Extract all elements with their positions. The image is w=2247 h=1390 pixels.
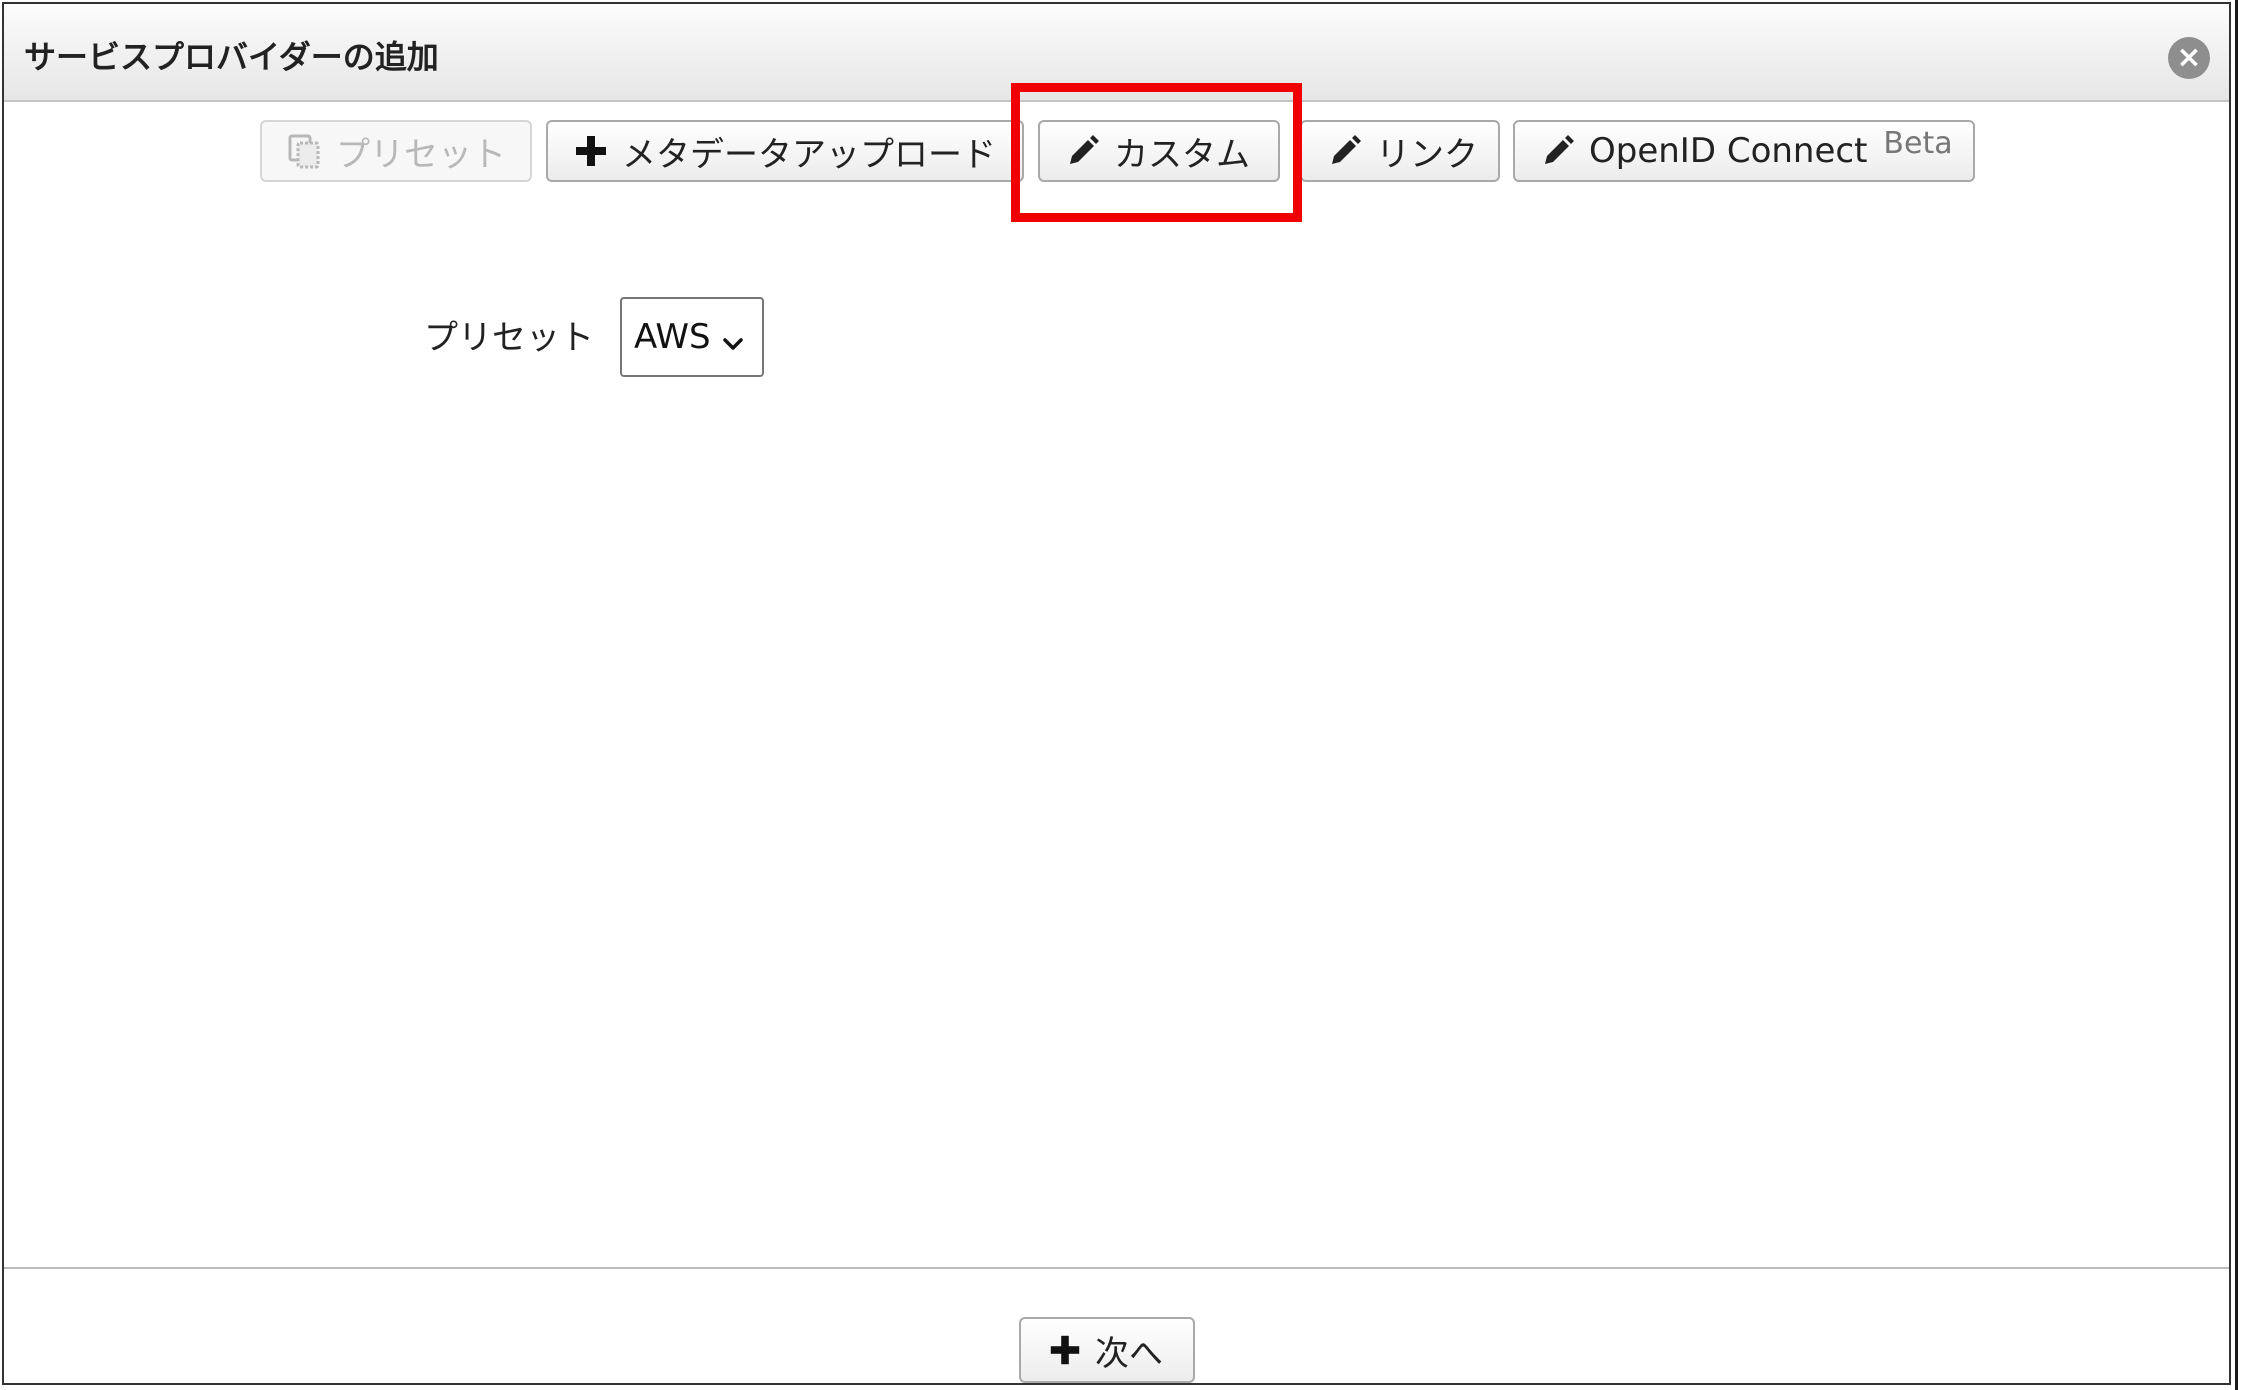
close-icon[interactable]: ×	[2168, 37, 2210, 79]
plus-icon	[1047, 1332, 1083, 1368]
tab-preset-label: プリセット	[336, 134, 506, 175]
tab-custom-label: カスタム	[1114, 134, 1250, 175]
pencil-icon	[1064, 132, 1102, 170]
add-service-provider-dialog: サービスプロバイダーの追加 × プリセット メタデータアップロード カスタム リ…	[2, 2, 2231, 1385]
chevron-down-icon	[721, 325, 745, 350]
tab-openid-connect-label: OpenID Connect	[1589, 131, 1868, 171]
pencil-icon	[1539, 132, 1577, 170]
preset-label: プリセット	[424, 318, 594, 358]
tab-openid-connect[interactable]: OpenID Connect Beta	[1513, 120, 1975, 182]
window-edge	[2235, 0, 2238, 1390]
tab-metadata-upload[interactable]: メタデータアップロード	[546, 120, 1024, 182]
preset-select-value: AWS	[634, 317, 711, 357]
dialog-titlebar: サービスプロバイダーの追加 ×	[4, 4, 2229, 102]
tab-custom[interactable]: カスタム	[1038, 120, 1280, 182]
tab-preset[interactable]: プリセット	[260, 120, 532, 182]
next-button[interactable]: 次へ	[1019, 1317, 1195, 1383]
tab-link[interactable]: リンク	[1300, 120, 1500, 182]
plus-icon	[572, 132, 610, 170]
tab-metadata-upload-label: メタデータアップロード	[622, 134, 996, 175]
preset-select[interactable]: AWS	[620, 297, 764, 377]
tab-link-label: リンク	[1376, 134, 1478, 175]
pencil-icon	[1326, 132, 1364, 170]
dialog-title: サービスプロバイダーの追加	[24, 38, 439, 76]
copy-icon	[286, 132, 324, 170]
beta-badge: Beta	[1883, 125, 1953, 161]
footer-divider	[4, 1267, 2229, 1269]
next-button-label: 次へ	[1095, 1333, 1163, 1374]
